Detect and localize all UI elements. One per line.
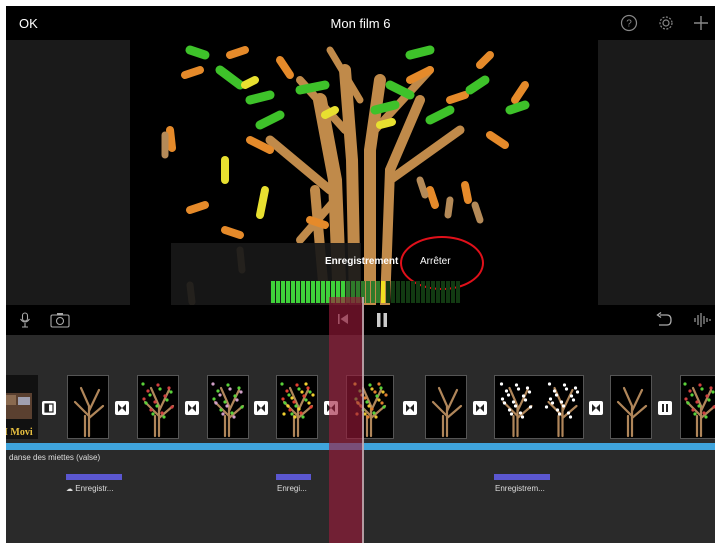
playhead-notch: [354, 305, 370, 313]
transition-icon[interactable]: [42, 401, 56, 415]
gear-icon[interactable]: [657, 14, 675, 32]
help-icon[interactable]: ?: [620, 14, 638, 32]
meter-segment: [291, 281, 295, 303]
meter-segment: [411, 281, 415, 303]
meter-segment: [281, 281, 285, 303]
skip-to-start-icon[interactable]: [337, 312, 349, 326]
meter-segment: [391, 281, 395, 303]
meter-segment: [361, 281, 365, 303]
imovie-app: OK Mon film 6 ? Enregistrement Arrêter I…: [6, 6, 715, 543]
camera-icon[interactable]: [50, 312, 70, 328]
video-clip[interactable]: [207, 375, 249, 439]
waveform-icon[interactable]: [693, 312, 711, 328]
video-viewer: Enregistrement Arrêter: [6, 40, 715, 305]
transition-icon[interactable]: [324, 401, 338, 415]
stop-recording-button[interactable]: Arrêter: [420, 256, 451, 267]
voiceover-clip[interactable]: [494, 474, 550, 480]
meter-segment: [286, 281, 290, 303]
clip-title-text: I Movi: [6, 427, 33, 438]
meter-segment: [366, 281, 370, 303]
video-clip[interactable]: [680, 375, 715, 439]
video-clip[interactable]: [67, 375, 109, 439]
meter-segment: [431, 281, 435, 303]
background-audio-track[interactable]: [6, 443, 715, 450]
meter-segment: [421, 281, 425, 303]
video-clip[interactable]: [610, 375, 652, 439]
video-clip[interactable]: [494, 375, 584, 439]
top-bar: OK Mon film 6 ?: [6, 6, 715, 40]
meter-segment: [321, 281, 325, 303]
voiceover-clip-label: ☁ Enregistr...: [66, 484, 114, 493]
meter-segment: [346, 281, 350, 303]
meter-segment: [376, 281, 380, 303]
undo-icon[interactable]: [655, 312, 673, 328]
meter-segment: [331, 281, 335, 303]
plus-icon[interactable]: [692, 14, 710, 32]
meter-segment: [276, 281, 280, 303]
voiceover-clip-label: Enregi...: [277, 484, 307, 493]
voiceover-clip[interactable]: [276, 474, 311, 480]
audio-level-meter: [271, 281, 460, 303]
video-clip[interactable]: [346, 375, 394, 439]
meter-segment: [406, 281, 410, 303]
transition-icon[interactable]: [115, 401, 129, 415]
meter-segment: [301, 281, 305, 303]
transition-icon[interactable]: [473, 401, 487, 415]
pause-icon[interactable]: [375, 312, 389, 328]
meter-segment: [401, 281, 405, 303]
audio-track-label: danse des miettes (valse): [9, 453, 101, 462]
video-clip[interactable]: [137, 375, 179, 439]
meter-segment: [371, 281, 375, 303]
voiceover-icon: ☁: [66, 486, 73, 493]
microphone-icon[interactable]: [19, 312, 31, 328]
meter-segment: [451, 281, 455, 303]
meter-segment: [271, 281, 275, 303]
video-clip[interactable]: [425, 375, 467, 439]
meter-segment: [386, 281, 390, 303]
transition-icon[interactable]: [185, 401, 199, 415]
meter-segment: [311, 281, 315, 303]
transition-icon[interactable]: [589, 401, 603, 415]
meter-segment: [416, 281, 420, 303]
meter-segment: [446, 281, 450, 303]
timeline[interactable]: I Movi danse des miettes (valse) ☁ Enreg…: [6, 335, 715, 543]
meter-segment: [436, 281, 440, 303]
meter-segment: [351, 281, 355, 303]
meter-segment: [396, 281, 400, 303]
video-clip[interactable]: [276, 375, 318, 439]
meter-segment: [316, 281, 320, 303]
meter-segment: [326, 281, 330, 303]
meter-segment: [306, 281, 310, 303]
recording-status-label: Enregistrement: [325, 256, 399, 267]
meter-segment: [341, 281, 345, 303]
meter-segment: [456, 281, 460, 303]
transition-icon[interactable]: [254, 401, 268, 415]
voiceover-clip[interactable]: [66, 474, 122, 480]
meter-segment: [441, 281, 445, 303]
meter-segment: [381, 281, 385, 303]
meter-segment: [356, 281, 360, 303]
meter-segment: [426, 281, 430, 303]
meter-segment: [336, 281, 340, 303]
pause-transition-icon[interactable]: [658, 401, 672, 415]
transition-icon[interactable]: [403, 401, 417, 415]
voiceover-clip-label: Enregistrem...: [495, 484, 545, 493]
project-title: Mon film 6: [330, 16, 391, 31]
svg-text:?: ?: [626, 19, 632, 30]
meter-segment: [296, 281, 300, 303]
